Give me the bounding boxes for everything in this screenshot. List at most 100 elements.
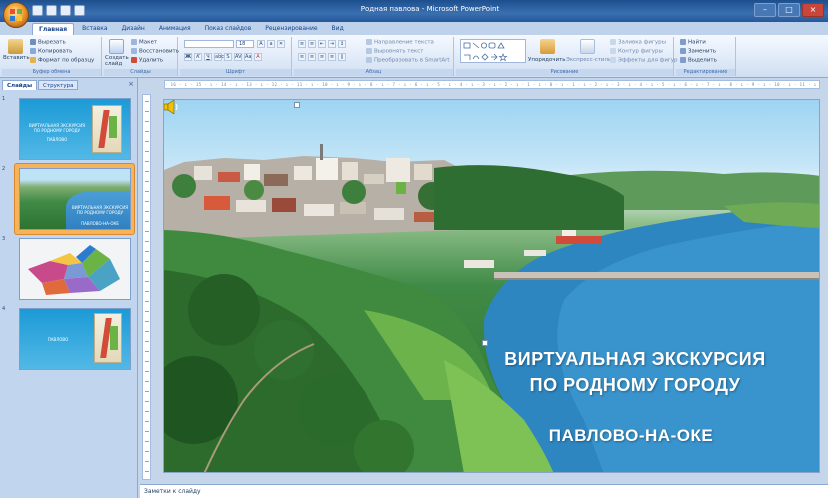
speaker-icon[interactable] — [164, 100, 180, 114]
tab-review[interactable]: Рецензирование — [259, 23, 323, 35]
tab-slides[interactable]: Слайды — [2, 80, 38, 90]
tab-animation[interactable]: Анимация — [153, 23, 197, 35]
italic-button[interactable]: К — [194, 53, 202, 61]
horizontal-ruler[interactable]: · 16 · ı · 15 · ı · 14 · ı · 13 · ı · 12… — [164, 80, 820, 89]
quick-styles-button[interactable]: Экспресс-стили — [566, 57, 612, 63]
increase-indent-button[interactable]: ⇥ — [328, 40, 336, 48]
slides-group-label: Слайды — [104, 69, 177, 76]
layout-button[interactable]: Макет — [131, 39, 157, 46]
arrange-button[interactable]: Упорядочить — [528, 57, 566, 63]
cut-button[interactable]: Вырезать — [30, 39, 66, 46]
new-slide-button[interactable]: Создать слайд — [105, 55, 129, 67]
tab-view[interactable]: Вид — [326, 23, 350, 35]
ruler-tick — [145, 371, 149, 372]
numbering-button[interactable]: ≡ — [308, 40, 316, 48]
district-map-icon — [28, 245, 120, 295]
line-spacing-button[interactable]: ↕ — [338, 40, 346, 48]
shrink-font-button[interactable]: a — [267, 40, 275, 48]
reset-button[interactable]: Восстановить — [131, 48, 179, 55]
office-button[interactable] — [3, 2, 29, 28]
delete-icon — [131, 57, 137, 63]
find-button[interactable]: Найти — [680, 39, 706, 46]
decrease-indent-button[interactable]: ⇤ — [318, 40, 326, 48]
slide-title[interactable]: ВИРТУАЛЬНАЯ ЭКСКУРСИЯ ПО РОДНОМУ ГОРОДУ — [475, 346, 795, 398]
slide-subtitle[interactable]: ПАВЛОВО-НА-ОКЕ — [501, 426, 761, 446]
font-size-combo[interactable]: 18 — [236, 40, 254, 48]
ruler-tick — [145, 171, 149, 172]
maximize-button[interactable]: □ — [778, 3, 800, 17]
paste-button[interactable]: Вставить — [3, 55, 30, 61]
underline-button[interactable]: Ч — [204, 53, 212, 61]
columns-button[interactable]: ∥ — [338, 53, 346, 61]
slide-thumbnail-4[interactable]: 4 ПАВЛОВО — [2, 306, 133, 372]
shape-effects-button[interactable]: Эффекты для фигур — [610, 57, 678, 64]
ruler-tick — [145, 141, 149, 142]
tab-design[interactable]: Дизайн — [116, 23, 151, 35]
ruler-tick — [145, 271, 149, 272]
delete-slide-button[interactable]: Удалить — [131, 57, 163, 64]
window-controls: – □ × — [754, 3, 824, 17]
paste-icon — [8, 39, 23, 54]
vertical-ruler[interactable] — [142, 94, 151, 480]
clear-format-button[interactable]: ✕ — [277, 40, 285, 48]
align-left-button[interactable]: ≡ — [298, 53, 306, 61]
title-bar: Родная павлова - Microsoft PowerPoint – … — [0, 0, 828, 22]
undo-icon[interactable] — [46, 5, 57, 16]
shadow-button[interactable]: S — [224, 53, 232, 61]
bullets-button[interactable]: ≡ — [298, 40, 306, 48]
select-button[interactable]: Выделить — [680, 57, 717, 64]
bold-button[interactable]: Ж — [184, 53, 192, 61]
shape-fill-button[interactable]: Заливка фигуры — [610, 39, 666, 46]
format-painter-button[interactable]: Формат по образцу — [30, 57, 94, 64]
spacing-button[interactable]: AV — [234, 53, 242, 61]
replace-button[interactable]: Заменить — [680, 48, 716, 55]
tab-insert[interactable]: Вставка — [76, 23, 113, 35]
ruler-tick — [145, 301, 149, 302]
font-color-button[interactable]: A — [254, 53, 262, 61]
align-right-button[interactable]: ≡ — [318, 53, 326, 61]
select-icon — [680, 57, 686, 63]
ruler-tick — [145, 111, 149, 112]
save-icon[interactable] — [32, 5, 43, 16]
notes-placeholder: Заметки к слайду — [144, 488, 201, 495]
find-icon — [680, 39, 686, 45]
slide-thumbnail-3[interactable]: 3 — [2, 236, 133, 302]
ruler-tick — [145, 401, 149, 402]
new-slide-icon — [109, 39, 124, 54]
notes-pane[interactable]: Заметки к слайду — [140, 484, 828, 498]
slide-thumbnail-2[interactable]: 2 ВИРТУАЛЬНАЯ ЭКСКУРСИЯ ПО РОДНОМУ ГОРОД… — [2, 163, 135, 235]
object-handle[interactable] — [294, 102, 300, 108]
pane-close-icon[interactable]: × — [128, 80, 134, 88]
align-center-button[interactable]: ≡ — [308, 53, 316, 61]
align-text-button[interactable]: Выровнять текст — [366, 48, 423, 55]
shapes-gallery[interactable] — [460, 39, 526, 63]
shape-outline-button[interactable]: Контур фигуры — [610, 48, 663, 55]
slide-thumbnail-1[interactable]: 1 ВИРТУАЛЬНАЯ ЭКСКУРСИЯ ПО РОДНОМУ ГОРОД… — [2, 96, 133, 162]
justify-button[interactable]: ≡ — [328, 53, 336, 61]
font-style-buttons: Ж К Ч abc S AV Aa A — [184, 53, 262, 61]
tab-outline[interactable]: Структура — [38, 80, 79, 90]
slide-canvas[interactable]: ВИРТУАЛЬНАЯ ЭКСКУРСИЯ ПО РОДНОМУ ГОРОДУ … — [163, 99, 820, 473]
redo-icon[interactable] — [60, 5, 71, 16]
ruler-tick — [145, 351, 149, 352]
customize-qat-icon[interactable] — [74, 5, 85, 16]
font-name-combo[interactable] — [184, 40, 234, 48]
ruler-tick — [145, 131, 149, 132]
tab-slideshow[interactable]: Показ слайдов — [199, 23, 258, 35]
ruler-tick — [145, 451, 149, 452]
ruler-tick — [145, 291, 149, 292]
slides-group: Создать слайд Макет Восстановить Удалить… — [104, 37, 179, 76]
smartart-button[interactable]: Преобразовать в SmartArt — [366, 57, 450, 64]
align-text-icon — [366, 48, 372, 54]
slide-thumbnail-title: ПАВЛОВО — [47, 337, 69, 342]
copy-button[interactable]: Копировать — [30, 48, 72, 55]
close-button[interactable]: × — [802, 3, 824, 17]
minimize-button[interactable]: – — [754, 3, 776, 17]
strikethrough-button[interactable]: abc — [214, 53, 224, 61]
scissors-icon — [30, 39, 36, 45]
grow-font-button[interactable]: A — [257, 40, 265, 48]
tab-home[interactable]: Главная — [32, 23, 75, 35]
text-direction-button[interactable]: Направление текста — [366, 39, 434, 46]
case-button[interactable]: Aa — [244, 53, 252, 61]
office-logo-icon — [10, 9, 22, 21]
